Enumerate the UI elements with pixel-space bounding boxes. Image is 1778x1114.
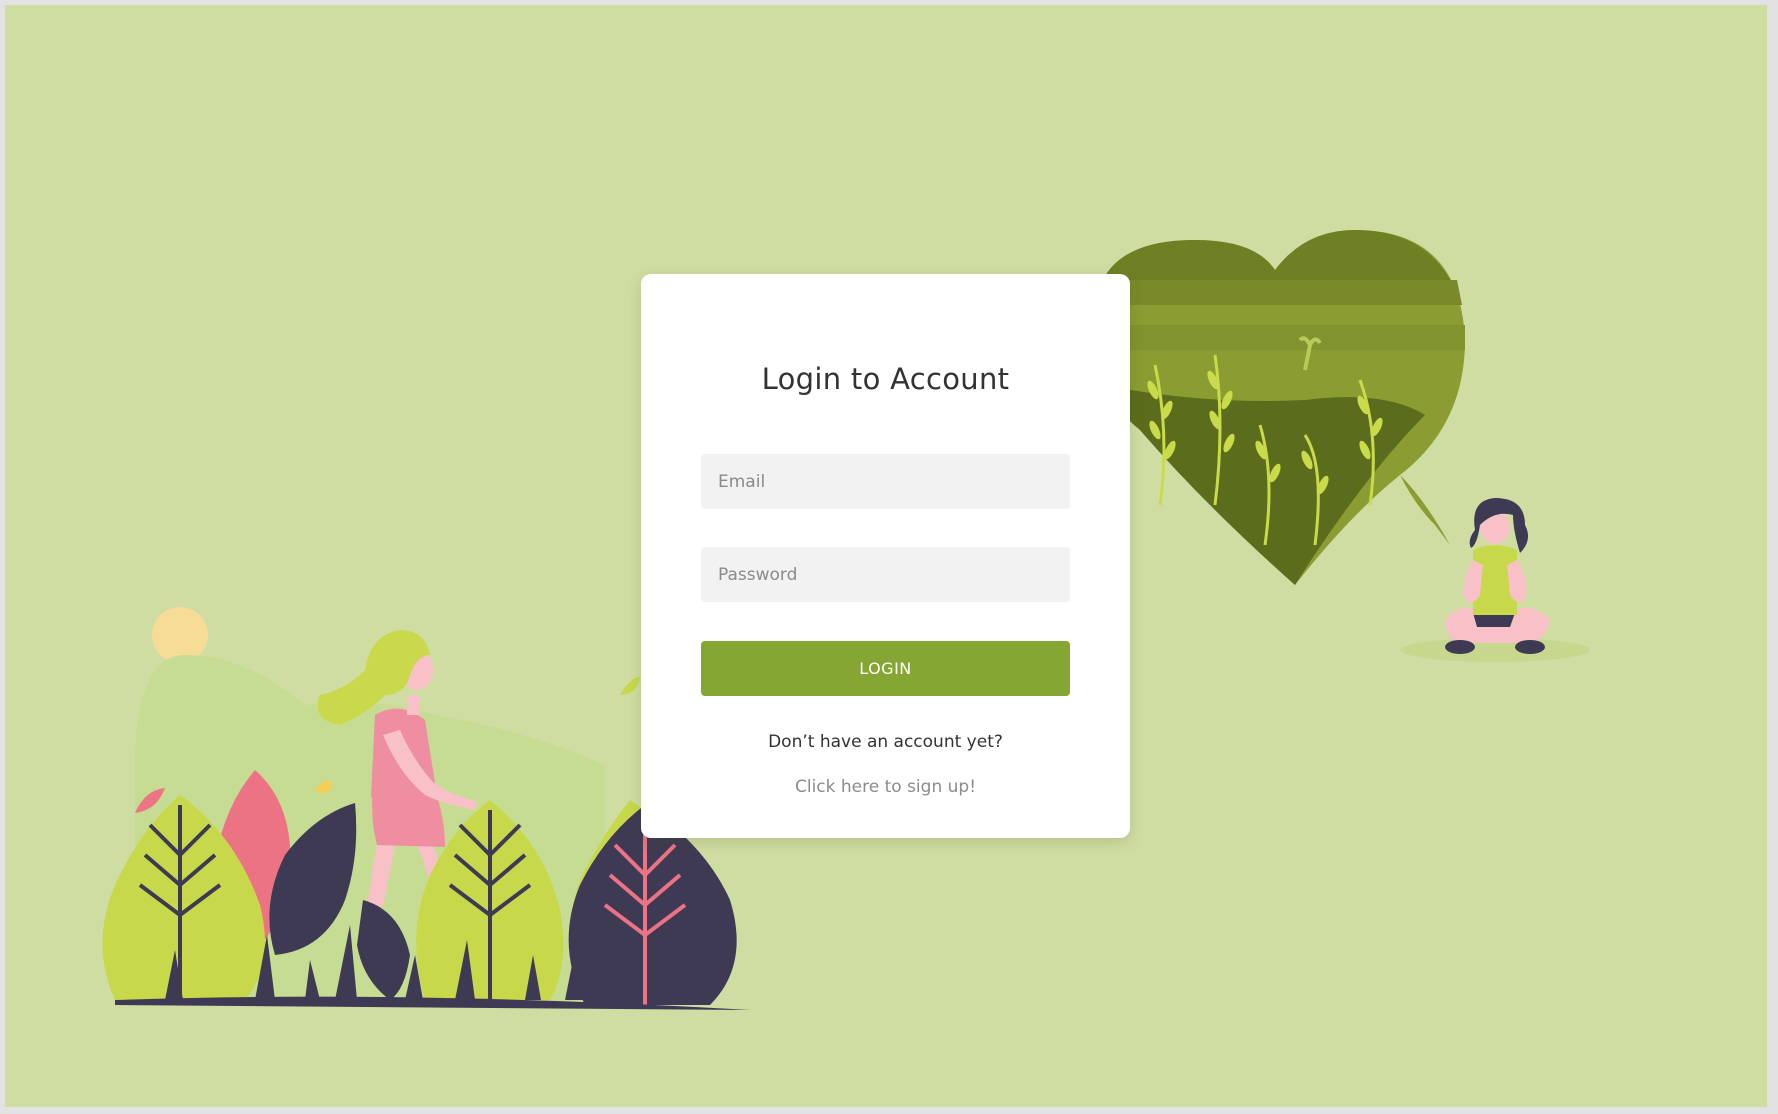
woman-sitting-illustration — [1400, 498, 1590, 662]
page-background: Login to Account LOGIN Don’t have an acc… — [5, 5, 1767, 1107]
login-card: Login to Account LOGIN Don’t have an acc… — [641, 274, 1130, 838]
sun-icon — [152, 607, 208, 663]
signup-prompt: Don’t have an account yet? — [768, 732, 1003, 752]
email-field[interactable] — [701, 454, 1070, 509]
page-title: Login to Account — [761, 362, 1010, 396]
signup-link[interactable]: Click here to sign up! — [641, 777, 1130, 797]
password-field[interactable] — [701, 547, 1070, 602]
heart-landscape-illustration — [1094, 230, 1465, 585]
login-button[interactable]: LOGIN — [701, 641, 1070, 696]
